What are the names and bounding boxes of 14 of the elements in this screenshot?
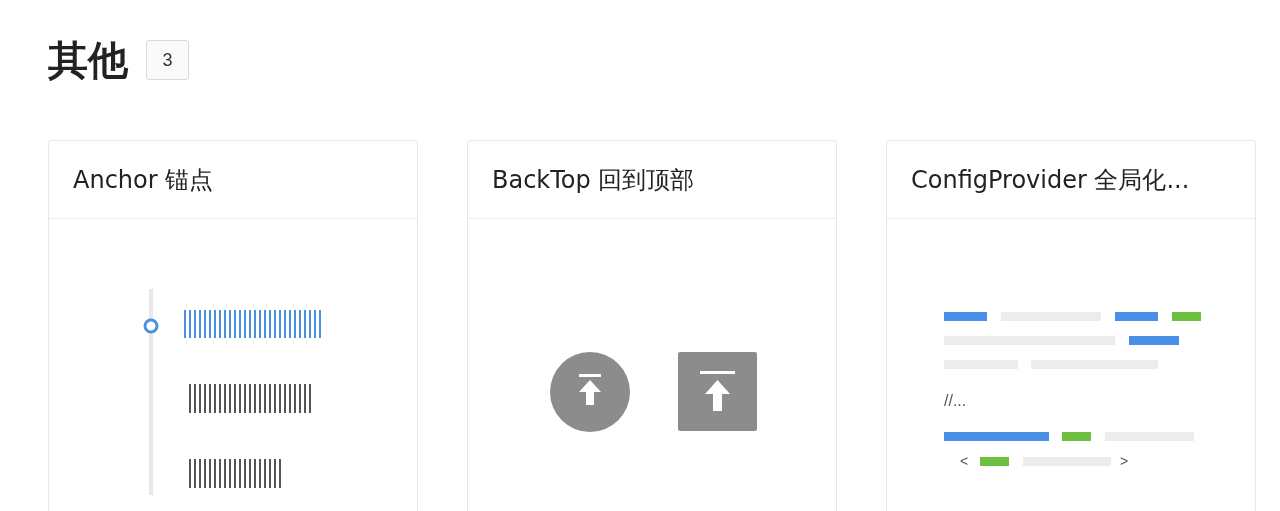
back-to-top-icon — [678, 352, 757, 431]
count-badge: 3 — [146, 40, 189, 80]
section-title: 其他 — [48, 35, 128, 85]
code-comment: //... — [944, 392, 967, 409]
anchor-dot-icon — [143, 318, 159, 334]
code-bracket: > — [1120, 453, 1129, 469]
code-bracket: < — [960, 453, 969, 469]
card-title: ConfigProvider 全局化... — [911, 164, 1190, 196]
component-card[interactable]: ConfigProvider 全局化... //... < > — [886, 140, 1256, 511]
card-title: BackTop 回到顶部 — [492, 164, 695, 196]
card-title: Anchor 锚点 — [73, 164, 214, 196]
component-card[interactable]: Anchor 锚点 — [48, 140, 418, 511]
component-card[interactable]: BackTop 回到顶部 — [467, 140, 837, 511]
back-to-top-icon — [550, 352, 630, 432]
